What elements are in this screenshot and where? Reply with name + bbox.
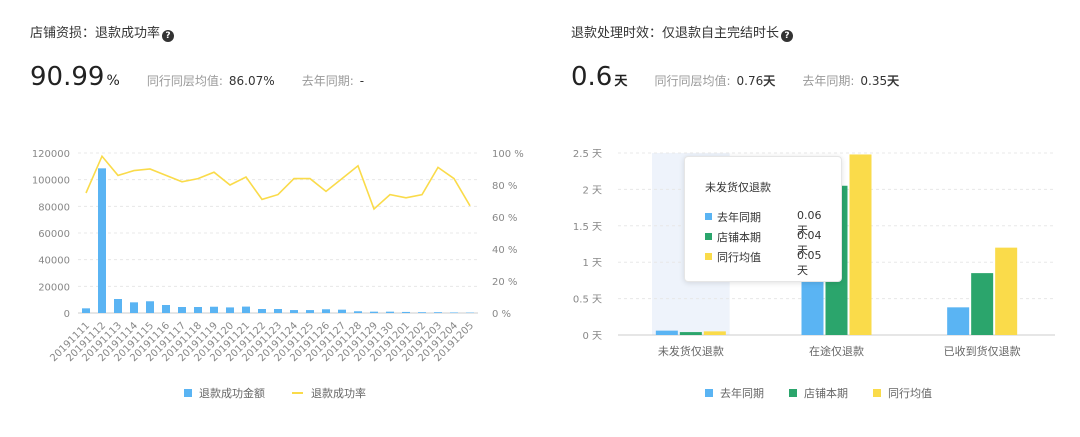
bar	[290, 310, 298, 313]
legend-label: 店铺本期	[804, 386, 848, 400]
bar	[434, 312, 442, 313]
y-tick-label: 100000	[32, 176, 70, 187]
refund-success-panel: 店铺资损：退款成功率? 90.99% 同行同层均值: 86.07% 去年同期: - …	[0, 0, 540, 437]
y-tick-label: 2 天	[582, 185, 602, 196]
bar	[947, 307, 970, 335]
y-tick-label: 1.5 天	[573, 222, 602, 233]
rate-line	[85, 154, 471, 211]
y-tick-label: 40000	[38, 256, 70, 267]
y2-tick-label: 100 %	[492, 149, 524, 160]
y-tick-label: 0	[64, 309, 70, 320]
bar	[338, 309, 346, 313]
bar	[418, 312, 426, 313]
bar	[386, 311, 394, 313]
bar	[210, 306, 218, 313]
bar	[703, 331, 726, 335]
y-tick-label: 20000	[38, 282, 70, 293]
x-tick-label: 已收到货仅退款	[944, 344, 1021, 358]
bar	[114, 299, 122, 313]
bar	[274, 309, 282, 313]
y2-tick-label: 0 %	[492, 309, 511, 320]
bar	[226, 307, 234, 313]
tooltip-series-value: 0.05天	[797, 249, 822, 277]
bar	[178, 307, 186, 313]
refund-duration-panel: 退款处理时效：仅退款自主完结时长? 0.6 天 同行同层均值: 0.76天 去年同期…	[540, 0, 1080, 437]
bar	[450, 312, 458, 313]
chart-tooltip: 未发货仅退款 去年同期 0.06天 店铺本期 0.04天 同行均值 0.05天	[684, 156, 842, 282]
bar	[370, 311, 378, 313]
bar	[194, 307, 202, 313]
bar	[655, 330, 678, 335]
tooltip-row: 去年同期 0.06天	[705, 209, 825, 237]
bar	[162, 305, 170, 313]
tooltip-row: 同行均值 0.05天	[705, 249, 825, 277]
legend-swatch	[789, 389, 797, 397]
legend-swatch	[705, 389, 713, 397]
bar	[258, 309, 266, 313]
y2-tick-label: 80 %	[492, 181, 517, 192]
bar	[242, 306, 250, 313]
tooltip-series-name: 同行均值	[717, 251, 761, 264]
y2-tick-label: 60 %	[492, 213, 517, 224]
tooltip-series-name: 店铺本期	[717, 231, 761, 244]
y-tick-label: 120000	[32, 149, 70, 160]
bar	[306, 310, 314, 313]
bar	[679, 332, 702, 335]
legend-label: 退款成功率	[311, 386, 366, 400]
y-tick-label: 1 天	[582, 258, 602, 269]
bar	[146, 301, 154, 313]
y-tick-label: 80000	[38, 202, 70, 213]
legend-label: 去年同期	[720, 386, 764, 400]
bar	[98, 168, 106, 313]
bar	[402, 311, 410, 313]
tooltip-swatch	[705, 233, 712, 240]
y-tick-label: 0 天	[582, 331, 602, 342]
refund-success-chart: 0 20000 40000 60000 80000 100000 120000 0 % 20 %…	[32, 149, 524, 400]
legend-label: 同行均值	[888, 387, 932, 400]
y2-tick-label: 40 %	[492, 245, 517, 256]
tooltip-title: 未发货仅退款	[705, 181, 771, 194]
legend-swatch	[873, 389, 881, 397]
y-tick-label: 60000	[38, 229, 70, 240]
tooltip-swatch	[705, 213, 712, 220]
bar	[82, 308, 90, 313]
tooltip-row: 店铺本期 0.04天	[705, 229, 825, 257]
y2-tick-label: 20 %	[492, 277, 517, 288]
y-tick-label: 0.5 天	[573, 295, 602, 306]
x-tick-label: 在途仅退款	[809, 344, 864, 358]
legend-swatch	[184, 389, 192, 397]
legend-label: 退款成功金额	[199, 386, 265, 400]
x-tick-label: 未发货仅退款	[658, 344, 724, 358]
bar	[354, 311, 362, 313]
y-tick-label: 2.5 天	[573, 149, 602, 160]
tooltip-series-name: 去年同期	[717, 211, 761, 224]
bar	[130, 302, 138, 313]
bar	[849, 154, 872, 335]
bar	[995, 247, 1018, 335]
bar	[322, 309, 330, 313]
tooltip-swatch	[705, 253, 712, 260]
bar	[971, 273, 994, 335]
